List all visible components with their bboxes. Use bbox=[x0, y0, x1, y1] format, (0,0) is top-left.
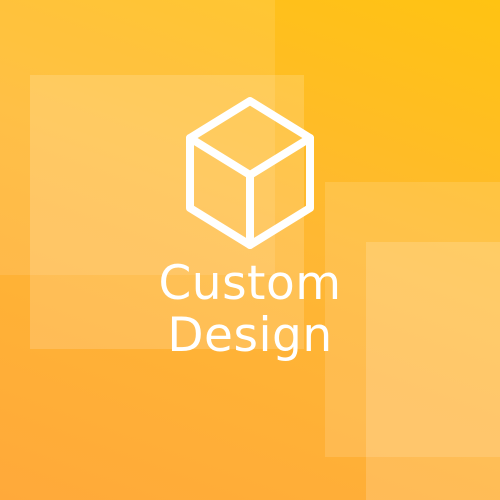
page: { "colors": { "background_top": "#FFC312… bbox=[0, 0, 500, 500]
logo-title-line-1: Custom bbox=[158, 256, 342, 311]
cube-icon bbox=[186, 97, 314, 249]
logo-title-line-2: Design bbox=[167, 308, 333, 363]
logo-title: Custom Design bbox=[0, 258, 500, 362]
